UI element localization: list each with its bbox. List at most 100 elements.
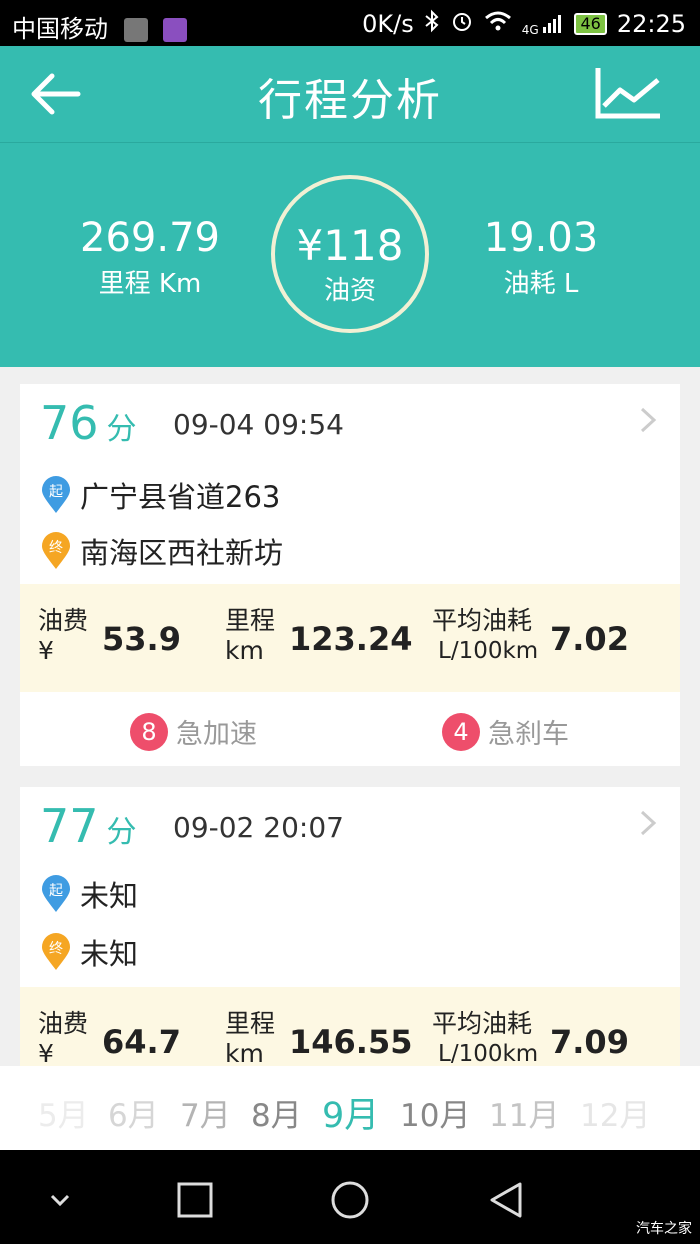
- hard-braking: 4 急刹车: [442, 712, 569, 751]
- trip-distance: 里程 km 123.24: [225, 606, 412, 666]
- trip-distance: 里程 km 146.55: [225, 1009, 412, 1067]
- fuel-cost-circle: ¥118 油资: [271, 175, 429, 333]
- fuel-fee: 油费 ¥ 53.9: [38, 606, 181, 666]
- avg-consumption: 平均油耗 L/100km 7.09: [432, 1009, 629, 1067]
- end-location: 未知: [80, 937, 139, 971]
- chevron-right-icon[interactable]: [638, 809, 658, 837]
- hard-acceleration: 8 急加速: [130, 712, 257, 751]
- wifi-icon: [484, 10, 512, 38]
- start-pin-label: 起: [49, 484, 63, 500]
- avg-unit: L/100km: [438, 1041, 539, 1067]
- network-type: 4G: [521, 22, 539, 37]
- fee-label: 油费: [38, 606, 89, 635]
- score-value: 77: [40, 799, 99, 853]
- chevron-right-icon[interactable]: [638, 406, 658, 434]
- total-mileage: 269.79 里程 Km: [70, 215, 230, 300]
- distance-value: 123.24: [289, 620, 413, 658]
- month-item[interactable]: 6月: [108, 1090, 159, 1135]
- hide-nav-icon[interactable]: [40, 1180, 80, 1220]
- trip-summary: 269.79 里程 Km ¥118 油资 19.03 油耗 L: [0, 142, 700, 367]
- start-location: 广宁县省道263: [80, 480, 281, 514]
- end-pin-icon: 终: [42, 933, 70, 970]
- end-pin-label: 终: [49, 941, 63, 957]
- month-item[interactable]: 12月: [580, 1090, 650, 1135]
- fuel-value: 19.03: [483, 215, 599, 261]
- fuel-label: 油耗 L: [503, 269, 579, 299]
- fee-label: 油费: [38, 1009, 89, 1038]
- avg-label: 平均油耗: [432, 1009, 533, 1038]
- month-selector[interactable]: 5月 6月 7月 8月 9月 10月 11月 12月: [0, 1066, 700, 1150]
- start-pin-icon: 起: [42, 875, 70, 912]
- start-location: 未知: [80, 879, 139, 913]
- avg-label: 平均油耗: [432, 606, 533, 635]
- mileage-label: 里程 Km: [98, 269, 202, 299]
- trip-start: 起 广宁县省道263: [40, 474, 280, 516]
- end-pin-label: 终: [49, 540, 63, 556]
- status-bar: 中国移动 0K/s 4G 46 22:25: [0, 0, 700, 46]
- back-icon[interactable]: [486, 1180, 526, 1220]
- trip-card[interactable]: 76 分 09-04 09:54 起 广宁县省道263 终 南海区西社新坊 油费 …: [20, 384, 680, 766]
- distance-value: 146.55: [289, 1023, 413, 1061]
- driving-events: 8 急加速 4 急刹车: [20, 692, 680, 766]
- acceleration-count-badge: 8: [130, 712, 168, 751]
- trip-datetime: 09-04 09:54: [173, 408, 344, 441]
- trip-metrics: 油费 ¥ 53.9 里程 km 123.24 平均油耗 L/100km 7.02: [20, 584, 680, 692]
- month-item[interactable]: 10月: [400, 1090, 470, 1135]
- avg-value: 7.09: [550, 1023, 629, 1061]
- fee-value: 53.9: [102, 620, 181, 658]
- trip-metrics: 油费 ¥ 64.7 里程 km 146.55 平均油耗 L/100km 7.09: [20, 987, 680, 1067]
- alarm-icon: [450, 9, 474, 39]
- recent-apps-icon[interactable]: [175, 1180, 215, 1220]
- status-left: 中国移动: [12, 9, 188, 44]
- avg-value: 7.02: [550, 620, 629, 658]
- distance-label: 里程: [225, 1009, 276, 1038]
- fuel-fee: 油费 ¥ 64.7: [38, 1009, 181, 1067]
- fee-value: 64.7: [102, 1023, 181, 1061]
- gallery-notification-icon: [163, 18, 188, 42]
- mileage-value: 269.79: [80, 215, 220, 261]
- month-item[interactable]: 5月: [38, 1090, 89, 1135]
- fee-unit: ¥: [38, 1039, 54, 1067]
- avg-consumption: 平均油耗 L/100km 7.02: [432, 606, 629, 666]
- end-pin-icon: 终: [42, 532, 70, 569]
- trip-score: 77 分: [40, 799, 137, 853]
- month-item-selected[interactable]: 9月: [322, 1087, 379, 1138]
- status-right: 0K/s 4G 46 22:25: [362, 9, 686, 39]
- distance-unit: km: [225, 1039, 264, 1067]
- start-pin-icon: 起: [42, 476, 70, 513]
- month-item[interactable]: 8月: [251, 1090, 302, 1135]
- distance-unit: km: [225, 636, 264, 665]
- start-pin-label: 起: [49, 883, 63, 899]
- acceleration-label: 急加速: [176, 719, 257, 750]
- trip-end: 终 未知: [40, 931, 138, 973]
- app-header: 行程分析: [0, 46, 700, 142]
- system-nav-bar: 汽车之家: [0, 1150, 700, 1244]
- distance-label: 里程: [225, 606, 276, 635]
- trip-end: 终 南海区西社新坊: [40, 530, 283, 572]
- fuel-cost-label: 油资: [323, 276, 376, 306]
- score-unit: 分: [106, 815, 137, 850]
- score-unit: 分: [106, 412, 137, 447]
- braking-label: 急刹车: [488, 719, 569, 750]
- trip-card[interactable]: 77 分 09-02 20:07 起 未知 终 未知 油费 ¥ 64.7 里程 k…: [20, 787, 680, 1067]
- trip-start: 起 未知: [40, 873, 138, 915]
- clock: 22:25: [616, 10, 686, 38]
- fee-unit: ¥: [38, 636, 54, 665]
- carrier-name: 中国移动: [12, 15, 108, 43]
- trip-score: 76 分: [40, 396, 137, 450]
- total-fuel: 19.03 油耗 L: [466, 215, 616, 300]
- month-item[interactable]: 7月: [180, 1090, 231, 1135]
- fuel-cost-value: ¥118: [296, 221, 404, 270]
- signal-icon: 4G: [522, 12, 565, 37]
- bluetooth-icon: [424, 9, 440, 39]
- braking-count-badge: 4: [442, 712, 480, 751]
- line-chart-icon[interactable]: [594, 66, 664, 122]
- avg-unit: L/100km: [438, 638, 539, 664]
- score-value: 76: [40, 396, 99, 450]
- network-speed: 0K/s: [362, 10, 414, 38]
- watermark: 汽车之家: [636, 1221, 692, 1237]
- photo-notification-icon: [123, 18, 148, 42]
- home-icon[interactable]: [330, 1180, 370, 1220]
- month-item[interactable]: 11月: [489, 1090, 559, 1135]
- battery-icon: 46: [574, 13, 607, 35]
